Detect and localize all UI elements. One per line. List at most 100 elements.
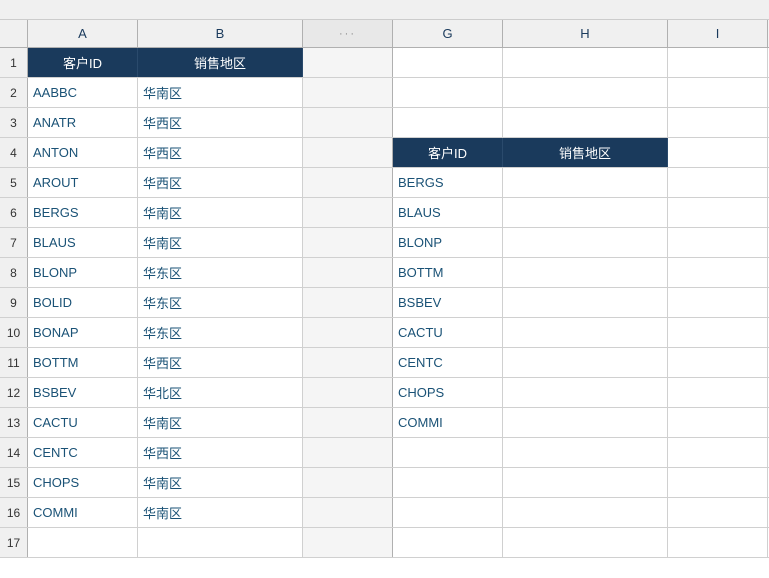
cell-i[interactable] <box>668 378 768 407</box>
cell-b[interactable]: 华东区 <box>138 288 303 317</box>
cell-a[interactable]: BONAP <box>28 318 138 347</box>
cell-h[interactable] <box>503 108 668 137</box>
cell-gap <box>303 48 393 77</box>
table-row: 6BERGS华南区BLAUS <box>0 198 769 228</box>
cell-b[interactable]: 华东区 <box>138 318 303 347</box>
cell-b[interactable]: 华南区 <box>138 408 303 437</box>
cell-i[interactable] <box>668 348 768 377</box>
cell-h[interactable] <box>503 168 668 197</box>
cell-b[interactable]: 华西区 <box>138 138 303 167</box>
cell-a[interactable] <box>28 528 138 557</box>
cell-h[interactable] <box>503 228 668 257</box>
cell-h[interactable] <box>503 498 668 527</box>
table-row: 11BOTTM华西区CENTC <box>0 348 769 378</box>
cell-b[interactable] <box>138 528 303 557</box>
cell-h[interactable] <box>503 198 668 227</box>
cell-b[interactable]: 华西区 <box>138 348 303 377</box>
cell-g[interactable]: BLONP <box>393 228 503 257</box>
cell-i[interactable] <box>668 228 768 257</box>
cell-g[interactable] <box>393 108 503 137</box>
cell-a[interactable]: ANTON <box>28 138 138 167</box>
cell-h[interactable] <box>503 408 668 437</box>
cell-h[interactable] <box>503 318 668 347</box>
cell-a[interactable]: ANATR <box>28 108 138 137</box>
cell-i[interactable] <box>668 408 768 437</box>
cell-i[interactable] <box>668 48 768 77</box>
table-row: 8BLONP华东区BOTTM <box>0 258 769 288</box>
cell-h[interactable] <box>503 78 668 107</box>
cell-i[interactable] <box>668 318 768 347</box>
cell-i[interactable] <box>668 198 768 227</box>
cell-g[interactable] <box>393 498 503 527</box>
cell-i[interactable] <box>668 108 768 137</box>
cell-b[interactable]: 华南区 <box>138 198 303 227</box>
cell-g[interactable] <box>393 48 503 77</box>
cell-a[interactable]: BOLID <box>28 288 138 317</box>
cell-gap <box>303 198 393 227</box>
cell-gap <box>303 438 393 467</box>
cell-a[interactable]: AABBC <box>28 78 138 107</box>
cell-i[interactable] <box>668 438 768 467</box>
cell-a[interactable]: COMMI <box>28 498 138 527</box>
cell-g[interactable]: BERGS <box>393 168 503 197</box>
cell-g[interactable] <box>393 78 503 107</box>
cell-a[interactable]: BSBEV <box>28 378 138 407</box>
cell-i[interactable] <box>668 78 768 107</box>
cell-a[interactable]: BOTTM <box>28 348 138 377</box>
cell-h[interactable] <box>503 258 668 287</box>
cell-gap <box>303 378 393 407</box>
cell-g[interactable]: 客户ID <box>393 138 503 167</box>
cell-h[interactable] <box>503 48 668 77</box>
table-row: 16COMMI华南区 <box>0 498 769 528</box>
cell-b[interactable]: 华南区 <box>138 228 303 257</box>
cell-i[interactable] <box>668 288 768 317</box>
cell-b[interactable]: 华南区 <box>138 498 303 527</box>
cell-i[interactable] <box>668 258 768 287</box>
cell-b[interactable]: 华西区 <box>138 168 303 197</box>
table-row: 9BOLID华东区BSBEV <box>0 288 769 318</box>
cell-g[interactable]: CENTC <box>393 348 503 377</box>
cell-a[interactable]: CACTU <box>28 408 138 437</box>
col-header-h: H <box>503 20 668 47</box>
cell-a[interactable]: AROUT <box>28 168 138 197</box>
cell-b[interactable]: 华南区 <box>138 78 303 107</box>
cell-h[interactable] <box>503 438 668 467</box>
col-header-a: A <box>28 20 138 47</box>
cell-g[interactable]: CHOPS <box>393 378 503 407</box>
cell-b[interactable]: 华西区 <box>138 438 303 467</box>
cell-a[interactable]: 客户ID <box>28 48 138 77</box>
cell-a[interactable]: CHOPS <box>28 468 138 497</box>
cell-h[interactable] <box>503 468 668 497</box>
cell-a[interactable]: CENTC <box>28 438 138 467</box>
cell-g[interactable]: COMMI <box>393 408 503 437</box>
cell-b[interactable]: 华西区 <box>138 108 303 137</box>
cell-i[interactable] <box>668 138 768 167</box>
cell-b[interactable]: 华东区 <box>138 258 303 287</box>
cell-g[interactable]: BLAUS <box>393 198 503 227</box>
cell-g[interactable] <box>393 528 503 557</box>
cell-h[interactable]: 销售地区 <box>503 138 668 167</box>
cell-b[interactable]: 华南区 <box>138 468 303 497</box>
top-bar <box>0 0 769 20</box>
cell-i[interactable] <box>668 528 768 557</box>
cell-g[interactable] <box>393 468 503 497</box>
table-row: 4ANTON华西区客户ID销售地区 <box>0 138 769 168</box>
cell-i[interactable] <box>668 498 768 527</box>
cell-b[interactable]: 销售地区 <box>138 48 303 77</box>
row-num-header-corner <box>0 20 28 47</box>
cell-h[interactable] <box>503 378 668 407</box>
cell-i[interactable] <box>668 468 768 497</box>
cell-h[interactable] <box>503 528 668 557</box>
cell-b[interactable]: 华北区 <box>138 378 303 407</box>
cell-i[interactable] <box>668 168 768 197</box>
col-header-i: I <box>668 20 768 47</box>
cell-g[interactable]: CACTU <box>393 318 503 347</box>
cell-h[interactable] <box>503 288 668 317</box>
cell-a[interactable]: BLAUS <box>28 228 138 257</box>
cell-a[interactable]: BLONP <box>28 258 138 287</box>
cell-g[interactable] <box>393 438 503 467</box>
cell-g[interactable]: BOTTM <box>393 258 503 287</box>
cell-h[interactable] <box>503 348 668 377</box>
cell-g[interactable]: BSBEV <box>393 288 503 317</box>
cell-a[interactable]: BERGS <box>28 198 138 227</box>
